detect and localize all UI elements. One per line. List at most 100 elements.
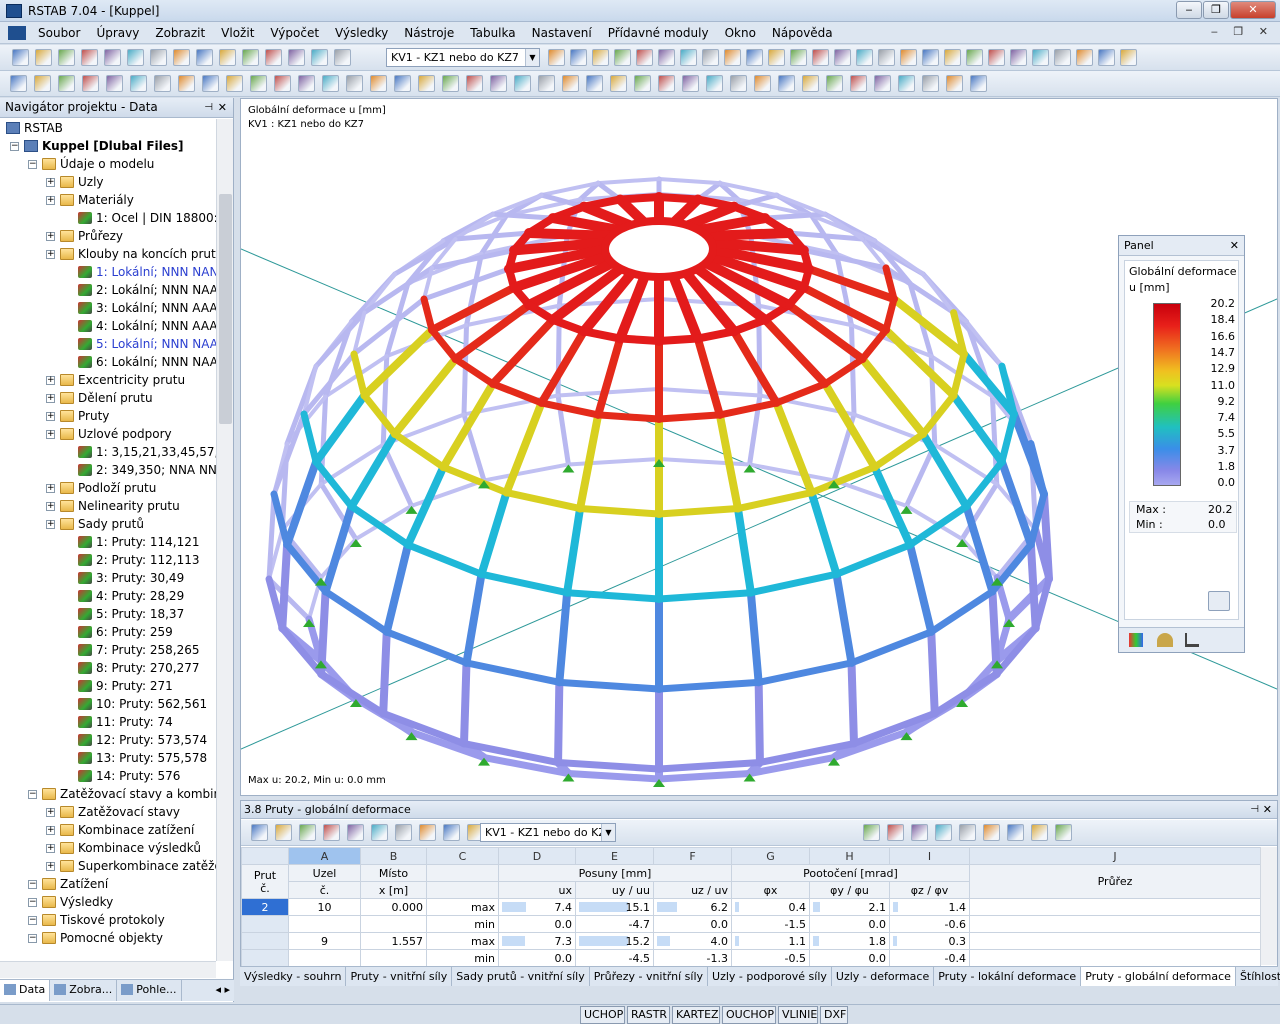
toolbar2-button-13-icon[interactable]: [298, 75, 315, 92]
type-cell[interactable]: max: [426, 898, 499, 916]
expand-toggle-icon[interactable]: +: [46, 484, 55, 493]
toolbar1-button-24-icon[interactable]: [724, 49, 741, 66]
table-tab-uzly-podporove-sily[interactable]: Uzly - podporové síly: [708, 967, 832, 986]
status-vlinie[interactable]: VLINIE: [778, 1006, 818, 1024]
settings-tab-icon[interactable]: [1185, 633, 1199, 647]
expand-toggle-icon[interactable]: +: [46, 808, 55, 817]
uz-cell[interactable]: -1.3: [653, 949, 732, 967]
toolbar2-button-39-icon[interactable]: [922, 75, 939, 92]
toolbar2-button-3-icon[interactable]: [58, 75, 75, 92]
tree-item-2-pruty-112-113[interactable]: 2: Pruty: 112,113: [78, 551, 199, 569]
toolbar1-button-16-icon[interactable]: [548, 49, 565, 66]
prut-cell[interactable]: [241, 932, 289, 950]
toolbar2-button-5-icon[interactable]: [106, 75, 123, 92]
prurez-cell[interactable]: [969, 932, 1261, 950]
table-toolbar-button-7-icon[interactable]: [395, 824, 412, 841]
toolbar1-button-33-icon[interactable]: [922, 49, 939, 66]
column-letter-i[interactable]: I: [889, 847, 970, 865]
prut-cell[interactable]: [241, 915, 289, 933]
table-row[interactable]: min 0.0 -4.7 0.0 -1.5 0.0 -0.6: [241, 915, 1261, 933]
expand-toggle-icon[interactable]: +: [46, 394, 55, 403]
uy-cell[interactable]: -4.5: [575, 949, 654, 967]
table-toolbar-button-14-icon[interactable]: [935, 824, 952, 841]
menu-nastaveni[interactable]: Nastavení: [524, 26, 600, 40]
table-tab-pruty-globalni-deformace[interactable]: Pruty - globální deformace: [1081, 967, 1236, 986]
expand-toggle-icon[interactable]: −: [28, 898, 37, 907]
menu-okno[interactable]: Okno: [717, 26, 764, 40]
px-cell[interactable]: -1.5: [731, 915, 810, 933]
misto-cell[interactable]: 1.557: [360, 932, 427, 950]
toolbar1-button-41-icon[interactable]: [1098, 49, 1115, 66]
toolbar1-button-14-icon[interactable]: [311, 49, 328, 66]
tree-item-12-pruty-573-574[interactable]: 12: Pruty: 573,574: [78, 731, 207, 749]
toolbar1-button-23-icon[interactable]: [702, 49, 719, 66]
column-letter-f[interactable]: F: [653, 847, 732, 865]
type-cell[interactable]: min: [426, 915, 499, 933]
color-scale-tab-icon[interactable]: [1129, 633, 1143, 647]
menu-pridavne-moduly[interactable]: Přídavné moduly: [600, 26, 717, 40]
toolbar2-button-27-icon[interactable]: [634, 75, 651, 92]
tree-item-5-lokalni-nnn-naa[interactable]: 5: Lokální; NNN NAA: [78, 335, 216, 353]
toolbar1-button-15-icon[interactable]: [334, 49, 351, 66]
pz-cell[interactable]: 0.3: [889, 932, 970, 950]
prurez-cell[interactable]: [969, 949, 1261, 967]
navigator-tab-pohle[interactable]: Pohle...: [117, 980, 182, 1001]
expand-toggle-icon[interactable]: −: [28, 916, 37, 925]
navigator-tab-zobra[interactable]: Zobra...: [50, 980, 118, 1001]
column-letter-e[interactable]: E: [575, 847, 654, 865]
tree-item-4-pruty-28-29[interactable]: 4: Pruty: 28,29: [78, 587, 184, 605]
restore-button[interactable]: ❐: [1203, 1, 1229, 19]
table-toolbar-button-9-icon[interactable]: [443, 824, 460, 841]
tree-item-7-pruty-258-265[interactable]: 7: Pruty: 258,265: [78, 641, 199, 659]
table-vscrollbar[interactable]: [1260, 847, 1277, 965]
tree-item-udaje-o-modelu[interactable]: − Údaje o modelu: [28, 155, 154, 173]
corner-cell[interactable]: [241, 847, 289, 865]
tree-item-6-pruty-259[interactable]: 6: Pruty: 259: [78, 623, 173, 641]
toolbar2-button-37-icon[interactable]: [874, 75, 891, 92]
column-letter-j[interactable]: J: [969, 847, 1261, 865]
tree-item-rstab[interactable]: RSTAB: [6, 119, 63, 137]
tree-item-2-349-350-nna-nnn[interactable]: 2: 349,350; NNA NNN: [78, 461, 216, 479]
tree-item-1-ocel-din-18800-19[interactable]: 1: Ocel | DIN 18800:19: [78, 209, 216, 227]
uy-cell[interactable]: -4.7: [575, 915, 654, 933]
toolbar2-button-23-icon[interactable]: [538, 75, 555, 92]
toolbar1-button-17-icon[interactable]: [570, 49, 587, 66]
uzel-cell[interactable]: 9: [288, 932, 361, 950]
toolbar2-button-20-icon[interactable]: [466, 75, 483, 92]
py-cell[interactable]: 0.0: [809, 915, 890, 933]
toolbar2-button-38-icon[interactable]: [898, 75, 915, 92]
close-icon[interactable]: ✕: [1230, 236, 1239, 256]
toolbar1-button-12-icon[interactable]: [265, 49, 282, 66]
toolbar1-button-28-icon[interactable]: [812, 49, 829, 66]
uzel-cell[interactable]: [288, 915, 361, 933]
table-toolbar-button-12-icon[interactable]: [887, 824, 904, 841]
toolbar2-button-26-icon[interactable]: [610, 75, 627, 92]
table-toolbar-button-19-icon[interactable]: [1055, 824, 1072, 841]
toolbar1-button-29-icon[interactable]: [834, 49, 851, 66]
expand-toggle-icon[interactable]: +: [46, 520, 55, 529]
toolbar1-button-31-icon[interactable]: [878, 49, 895, 66]
tree-item-pruty[interactable]: + Pruty: [46, 407, 109, 425]
toolbar1-button-32-icon[interactable]: [900, 49, 917, 66]
zoom-icon[interactable]: [1208, 591, 1230, 611]
table-row[interactable]: 2 10 0.000 max 7.4 15.1 6.2 0.4 2.1 1.4: [241, 898, 1261, 916]
tree-item-kombinace-zatizeni[interactable]: + Kombinace zatížení: [46, 821, 194, 839]
menu-vypocet[interactable]: Výpočet: [262, 26, 327, 40]
toolbar1-button-13-icon[interactable]: [288, 49, 305, 66]
table-tab-pruty-lokalni-deformace[interactable]: Pruty - lokální deformace: [934, 967, 1082, 986]
expand-toggle-icon[interactable]: +: [46, 232, 55, 241]
toolbar1-button-19-icon[interactable]: [614, 49, 631, 66]
toolbar2-button-33-icon[interactable]: [778, 75, 795, 92]
expand-toggle-icon[interactable]: −: [28, 160, 37, 169]
table-toolbar-button-1-icon[interactable]: [251, 824, 268, 841]
column-letter-c[interactable]: C: [426, 847, 499, 865]
toolbar2-button-12-icon[interactable]: [274, 75, 291, 92]
toolbar1-button-36-icon[interactable]: [988, 49, 1005, 66]
prut-cell[interactable]: 2: [241, 898, 289, 916]
uz-cell[interactable]: 0.0: [653, 915, 732, 933]
tree-item-kuppel-dlubal-files[interactable]: − Kuppel [Dlubal Files]: [10, 137, 184, 155]
py-cell[interactable]: 0.0: [809, 949, 890, 967]
expand-toggle-icon[interactable]: −: [28, 934, 37, 943]
chevron-down-icon[interactable]: ▼: [525, 49, 539, 66]
tree-item-1-3-15-21-33-45-57-68[interactable]: 1: 3,15,21,33,45,57,68,: [78, 443, 216, 461]
